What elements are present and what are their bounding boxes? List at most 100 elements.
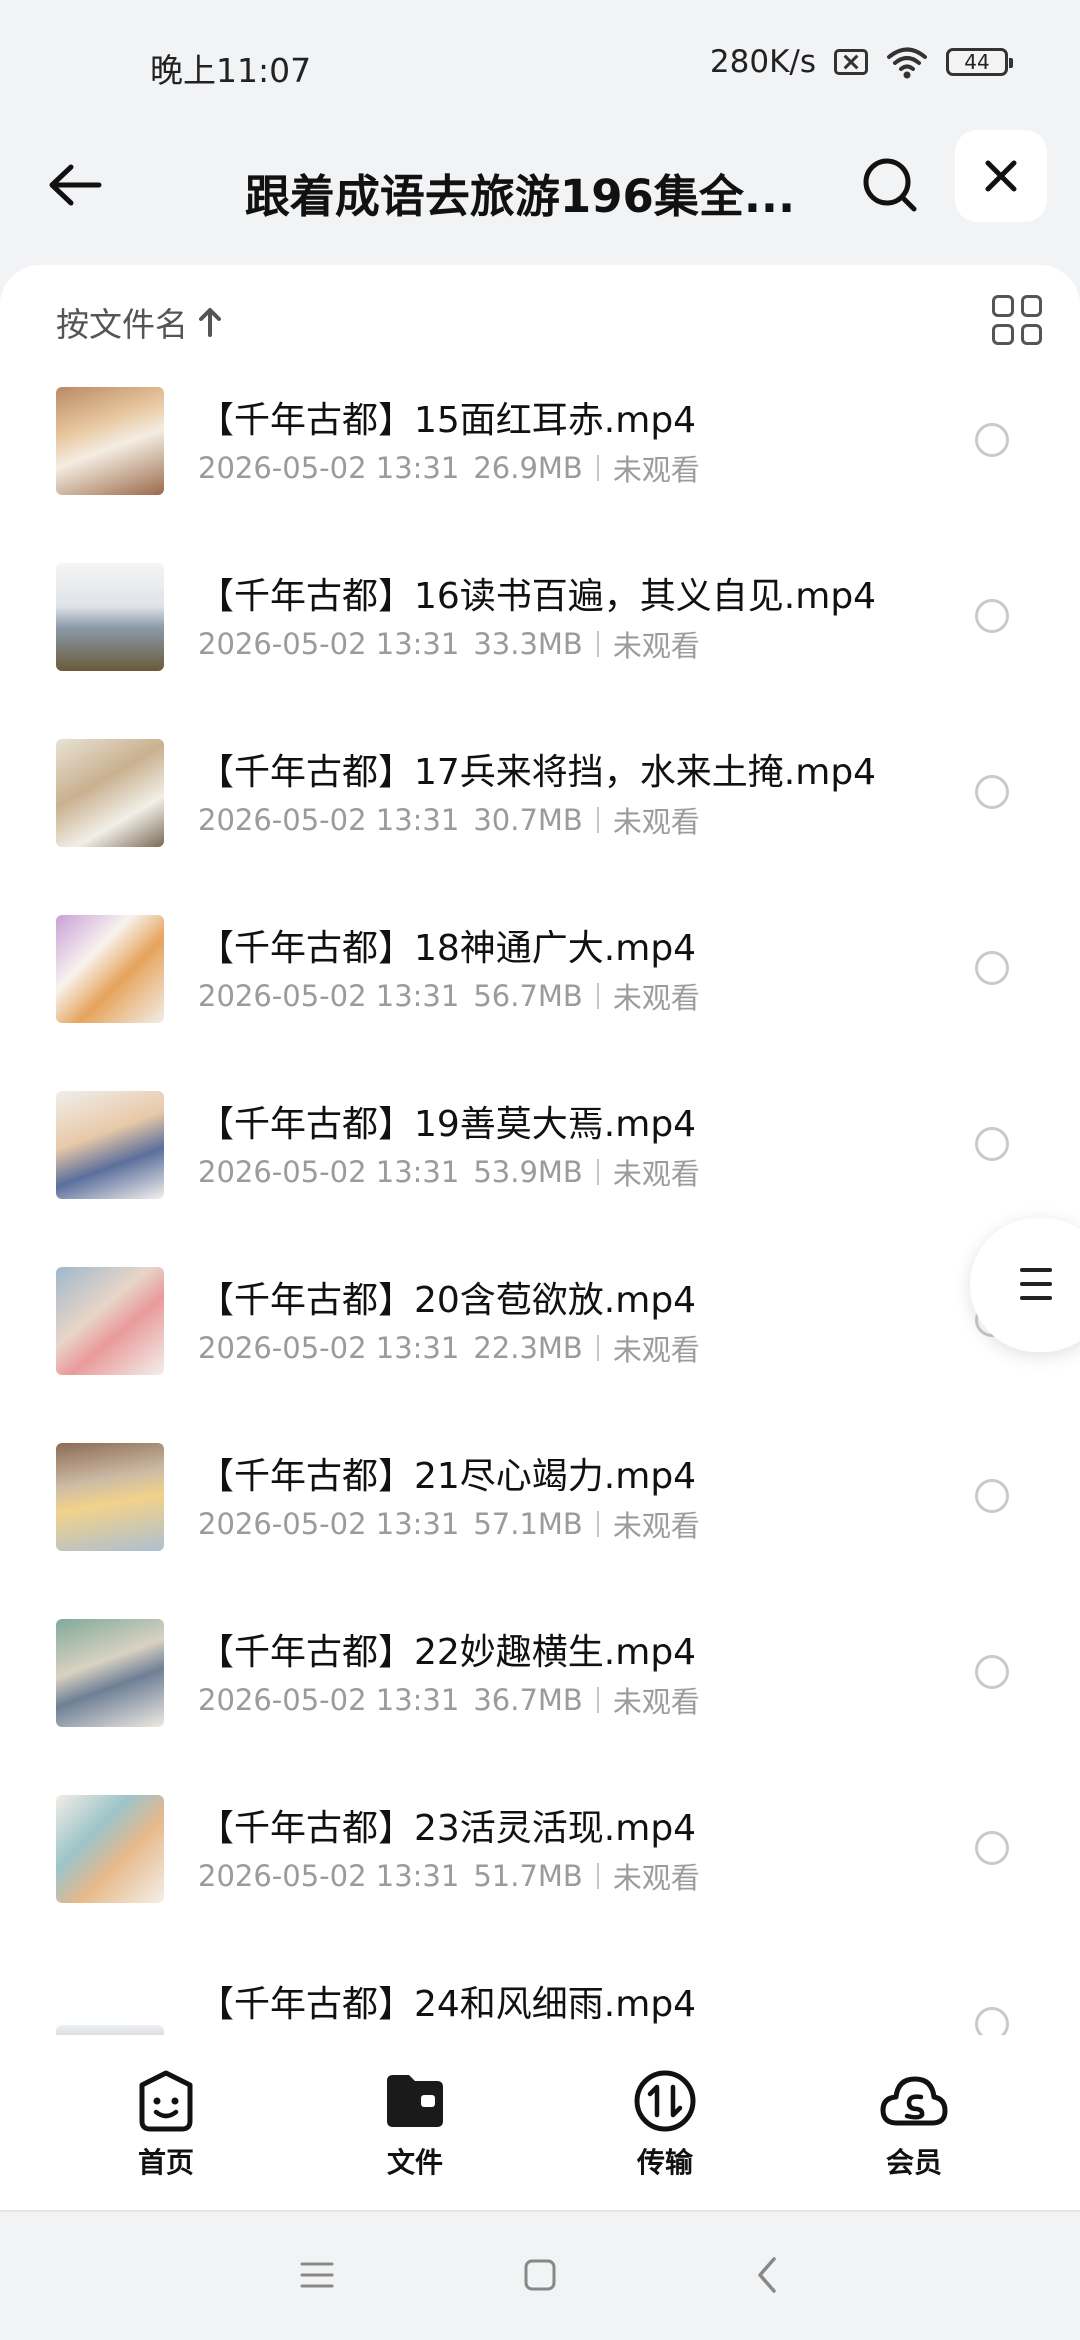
file-meta: 2026-05-02 13:31 26.9MB 未观看 — [198, 447, 700, 489]
grid-cell — [1020, 295, 1042, 317]
tab-member[interactable]: 会员 — [844, 2069, 984, 2189]
file-row[interactable]: 【千年古都】23活灵活现.mp4 2026-05-02 13:31 51.7MB 未… — [0, 1793, 1080, 1969]
file-size: 36.7MB — [473, 1683, 583, 1717]
file-name: 【千年古都】22妙趣横生.mp4 — [198, 1632, 697, 1673]
select-radio[interactable] — [975, 1831, 1009, 1865]
square-icon — [524, 2259, 556, 2291]
tab-label: 会员 — [885, 2146, 942, 2179]
video-thumbnail — [56, 387, 164, 495]
chevron-left-icon — [758, 2257, 776, 2293]
file-row[interactable]: 【千年古都】20含苞欲放.mp4 2026-05-02 13:31 22.3MB 未… — [0, 1265, 1080, 1441]
page-title: 跟着成语去旅游196集全... — [244, 170, 796, 223]
watch-status: 未观看 — [612, 1157, 700, 1191]
tab-label: 传输 — [636, 2146, 693, 2179]
file-date: 2026-05-02 13:31 — [198, 451, 460, 485]
file-row[interactable]: 【千年古都】18神通广大.mp4 2026-05-02 13:31 56.7MB 未… — [0, 913, 1080, 1089]
watch-status: 未观看 — [612, 1333, 700, 1367]
close-icon — [985, 160, 1017, 192]
file-row[interactable]: 【千年古都】21尽心竭力.mp4 2026-05-02 13:31 57.1MB 未… — [0, 1441, 1080, 1617]
video-thumbnail — [56, 1795, 164, 1903]
watch-status: 未观看 — [612, 1861, 700, 1895]
file-row[interactable]: 【千年古都】17兵来将挡，水来土掩.mp4 2026-05-02 13:31 30… — [0, 737, 1080, 913]
file-size: 22.3MB — [473, 1331, 583, 1365]
file-date: 2026-05-02 13:31 — [198, 1507, 460, 1541]
menu-lines-icon — [300, 2262, 334, 2288]
file-row[interactable]: 【千年古都】24和风细雨.mp4 — [0, 1969, 1080, 2035]
watch-status: 未观看 — [612, 1509, 700, 1543]
select-radio[interactable] — [975, 951, 1009, 985]
battery-icon: 44 — [946, 48, 1013, 76]
file-date: 2026-05-02 13:31 — [198, 1683, 460, 1717]
video-thumbnail — [56, 1267, 164, 1375]
tab-transfer[interactable]: 传输 — [595, 2069, 735, 2189]
file-name: 【千年古都】16读书百遍，其义自见.mp4 — [198, 576, 877, 617]
menu-icon — [1020, 1268, 1052, 1300]
status-bar: 晚上11:07 280K/s 44 — [0, 0, 1080, 130]
top-header: 跟着成语去旅游196集全... — [0, 130, 1080, 260]
file-name: 【千年古都】15面红耳赤.mp4 — [198, 400, 697, 441]
tab-files[interactable]: 文件 — [345, 2069, 485, 2189]
app-screen: 晚上11:07 280K/s 44 跟着成语去旅游196集全... 按文件名 【… — [0, 0, 1080, 2340]
file-meta: 2026-05-02 13:31 36.7MB 未观看 — [198, 1679, 700, 1721]
file-size: 33.3MB — [473, 627, 583, 661]
file-name: 【千年古都】20含苞欲放.mp4 — [198, 1280, 697, 1321]
file-date: 2026-05-02 13:31 — [198, 803, 460, 837]
video-thumbnail — [56, 915, 164, 1023]
status-time: 晚上11:07 — [150, 51, 312, 90]
file-row[interactable]: 【千年古都】22妙趣横生.mp4 2026-05-02 13:31 36.7MB 未… — [0, 1617, 1080, 1793]
select-radio[interactable] — [975, 1479, 1009, 1513]
video-thumbnail — [56, 739, 164, 847]
select-radio[interactable] — [975, 2007, 1009, 2035]
recents-button[interactable] — [292, 2250, 342, 2300]
tab-home[interactable]: 首页 — [96, 2069, 236, 2189]
grid-cell — [992, 323, 1014, 345]
sort-selector[interactable]: 按文件名 — [56, 297, 222, 347]
search-icon — [863, 158, 917, 212]
system-back-button[interactable] — [742, 2250, 792, 2300]
file-list: 【千年古都】15面红耳赤.mp4 2026-05-02 13:31 26.9MB 未… — [0, 385, 1080, 2035]
select-radio[interactable] — [975, 1127, 1009, 1161]
file-size: 51.7MB — [473, 1859, 583, 1893]
file-meta: 2026-05-02 13:31 56.7MB 未观看 — [198, 975, 700, 1017]
file-meta: 2026-05-02 13:31 30.7MB 未观看 — [198, 799, 700, 841]
arrow-up-icon — [199, 308, 221, 337]
close-button[interactable] — [955, 130, 1047, 222]
grid-cell — [1020, 323, 1042, 345]
tab-label: 首页 — [137, 2146, 194, 2179]
wifi-icon — [887, 47, 927, 79]
watch-status: 未观看 — [612, 629, 700, 663]
watch-status: 未观看 — [612, 453, 700, 487]
file-size: 56.7MB — [473, 979, 583, 1013]
file-row[interactable]: 【千年古都】19善莫大焉.mp4 2026-05-02 13:31 53.9MB 未… — [0, 1089, 1080, 1265]
file-row[interactable]: 【千年古都】15面红耳赤.mp4 2026-05-02 13:31 26.9MB 未… — [0, 385, 1080, 561]
tab-label: 文件 — [386, 2146, 443, 2179]
grid-view-button[interactable] — [992, 295, 1042, 345]
select-radio[interactable] — [975, 1655, 1009, 1689]
system-nav-bar — [0, 2210, 1080, 2340]
home-button[interactable] — [515, 2250, 565, 2300]
file-name: 【千年古都】17兵来将挡，水来土掩.mp4 — [198, 752, 877, 793]
file-meta: 2026-05-02 13:31 53.9MB 未观看 — [198, 1151, 700, 1193]
file-date: 2026-05-02 13:31 — [198, 979, 460, 1013]
file-date: 2026-05-02 13:31 — [198, 627, 460, 661]
file-size: 26.9MB — [473, 451, 583, 485]
search-button[interactable] — [855, 150, 925, 220]
bottom-tab-bar: 首页 文件 传输 会员 — [0, 2035, 1080, 2210]
file-name: 【千年古都】23活灵活现.mp4 — [198, 1808, 697, 1849]
back-button[interactable] — [40, 150, 110, 220]
status-indicators: 280K/s 44 — [710, 40, 1013, 84]
file-size: 30.7MB — [473, 803, 583, 837]
file-size: 57.1MB — [473, 1507, 583, 1541]
arrow-left-icon — [49, 164, 102, 206]
select-radio[interactable] — [975, 599, 1009, 633]
battery-level: 44 — [964, 50, 990, 74]
file-date: 2026-05-02 13:31 — [198, 1859, 460, 1893]
file-row[interactable]: 【千年古都】16读书百遍，其义自见.mp4 2026-05-02 13:31 33… — [0, 561, 1080, 737]
select-radio[interactable] — [975, 775, 1009, 809]
select-radio[interactable] — [975, 423, 1009, 457]
sort-label: 按文件名 — [56, 305, 188, 344]
file-name: 【千年古都】24和风细雨.mp4 — [198, 1984, 697, 2025]
watch-status: 未观看 — [612, 805, 700, 839]
folder-icon — [387, 2075, 443, 2127]
video-thumbnail — [56, 1619, 164, 1727]
